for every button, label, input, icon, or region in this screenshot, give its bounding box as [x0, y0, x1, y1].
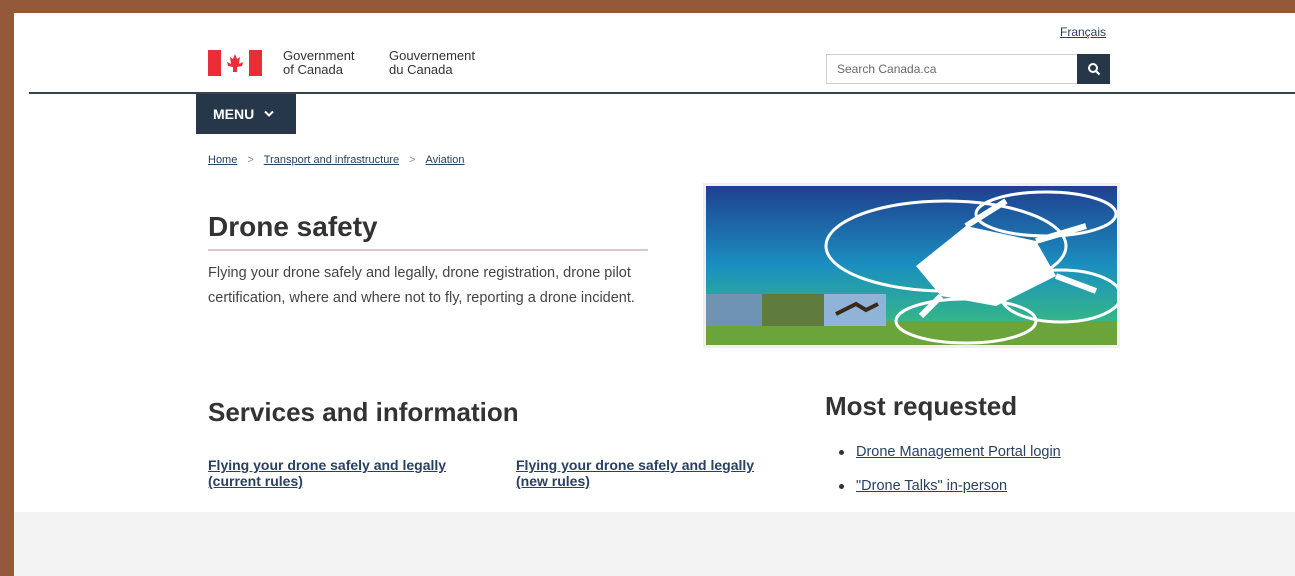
signature-fr-line1: Gouvernement	[389, 48, 475, 63]
service-link-line2: (new rules)	[516, 473, 590, 489]
menu-button[interactable]: MENU	[196, 94, 296, 134]
signature-en-line2: of Canada	[283, 62, 343, 77]
page-bottom-overlay	[14, 512, 1295, 576]
service-link-line1: Flying your drone safely and legally	[516, 457, 755, 473]
breadcrumb: Home > Transport and infrastructure > Aviati…	[208, 154, 464, 166]
search-button[interactable]	[1077, 54, 1110, 84]
most-requested-heading: Most requested	[825, 391, 1018, 421]
page-description: Flying your drone safely and legally, dr…	[208, 265, 635, 306]
signature-fr-line2: du Canada	[389, 62, 453, 77]
search-icon	[1087, 63, 1100, 76]
service-link-line1: Flying your drone safely and legally	[208, 457, 447, 473]
service-link-new-rules[interactable]: Flying your drone safely and legally (ne…	[516, 457, 786, 489]
browser-page: Français Government of Canada Gouverneme…	[14, 13, 1295, 576]
service-link-current-rules[interactable]: Flying your drone safely and legally (cu…	[208, 457, 478, 489]
chevron-down-icon	[264, 110, 274, 118]
drone-banner-image	[703, 183, 1120, 348]
menu-label: MENU	[213, 106, 255, 122]
search-input[interactable]: Search Canada.ca	[826, 54, 1078, 84]
canada-flag-icon[interactable]	[208, 50, 262, 76]
drone-portal-login-link[interactable]: Drone Management Portal login	[856, 444, 1061, 460]
title-underline	[208, 249, 648, 251]
breadcrumb-aviation[interactable]: Aviation	[426, 154, 465, 166]
most-requested-list: Drone Management Portal login "Drone Tal…	[839, 435, 1061, 503]
list-item: Drone Management Portal login	[839, 435, 1061, 469]
breadcrumb-separator: >	[247, 154, 254, 166]
service-link-line2: (current rules)	[208, 473, 303, 489]
breadcrumb-transport[interactable]: Transport and infrastructure	[264, 154, 399, 166]
language-toggle-link[interactable]: Français	[1060, 25, 1106, 39]
page-title: Drone safety	[208, 211, 378, 242]
list-item: "Drone Talks" in-person	[839, 469, 1061, 503]
drone-talks-link[interactable]: "Drone Talks" in-person	[856, 478, 1007, 494]
services-heading: Services and information	[208, 397, 519, 427]
breadcrumb-separator: >	[409, 154, 416, 166]
breadcrumb-home[interactable]: Home	[208, 154, 237, 166]
government-signature-fr[interactable]: Gouvernement du Canada	[389, 49, 475, 77]
government-signature-en[interactable]: Government of Canada	[283, 49, 355, 77]
signature-en-line1: Government	[283, 48, 355, 63]
